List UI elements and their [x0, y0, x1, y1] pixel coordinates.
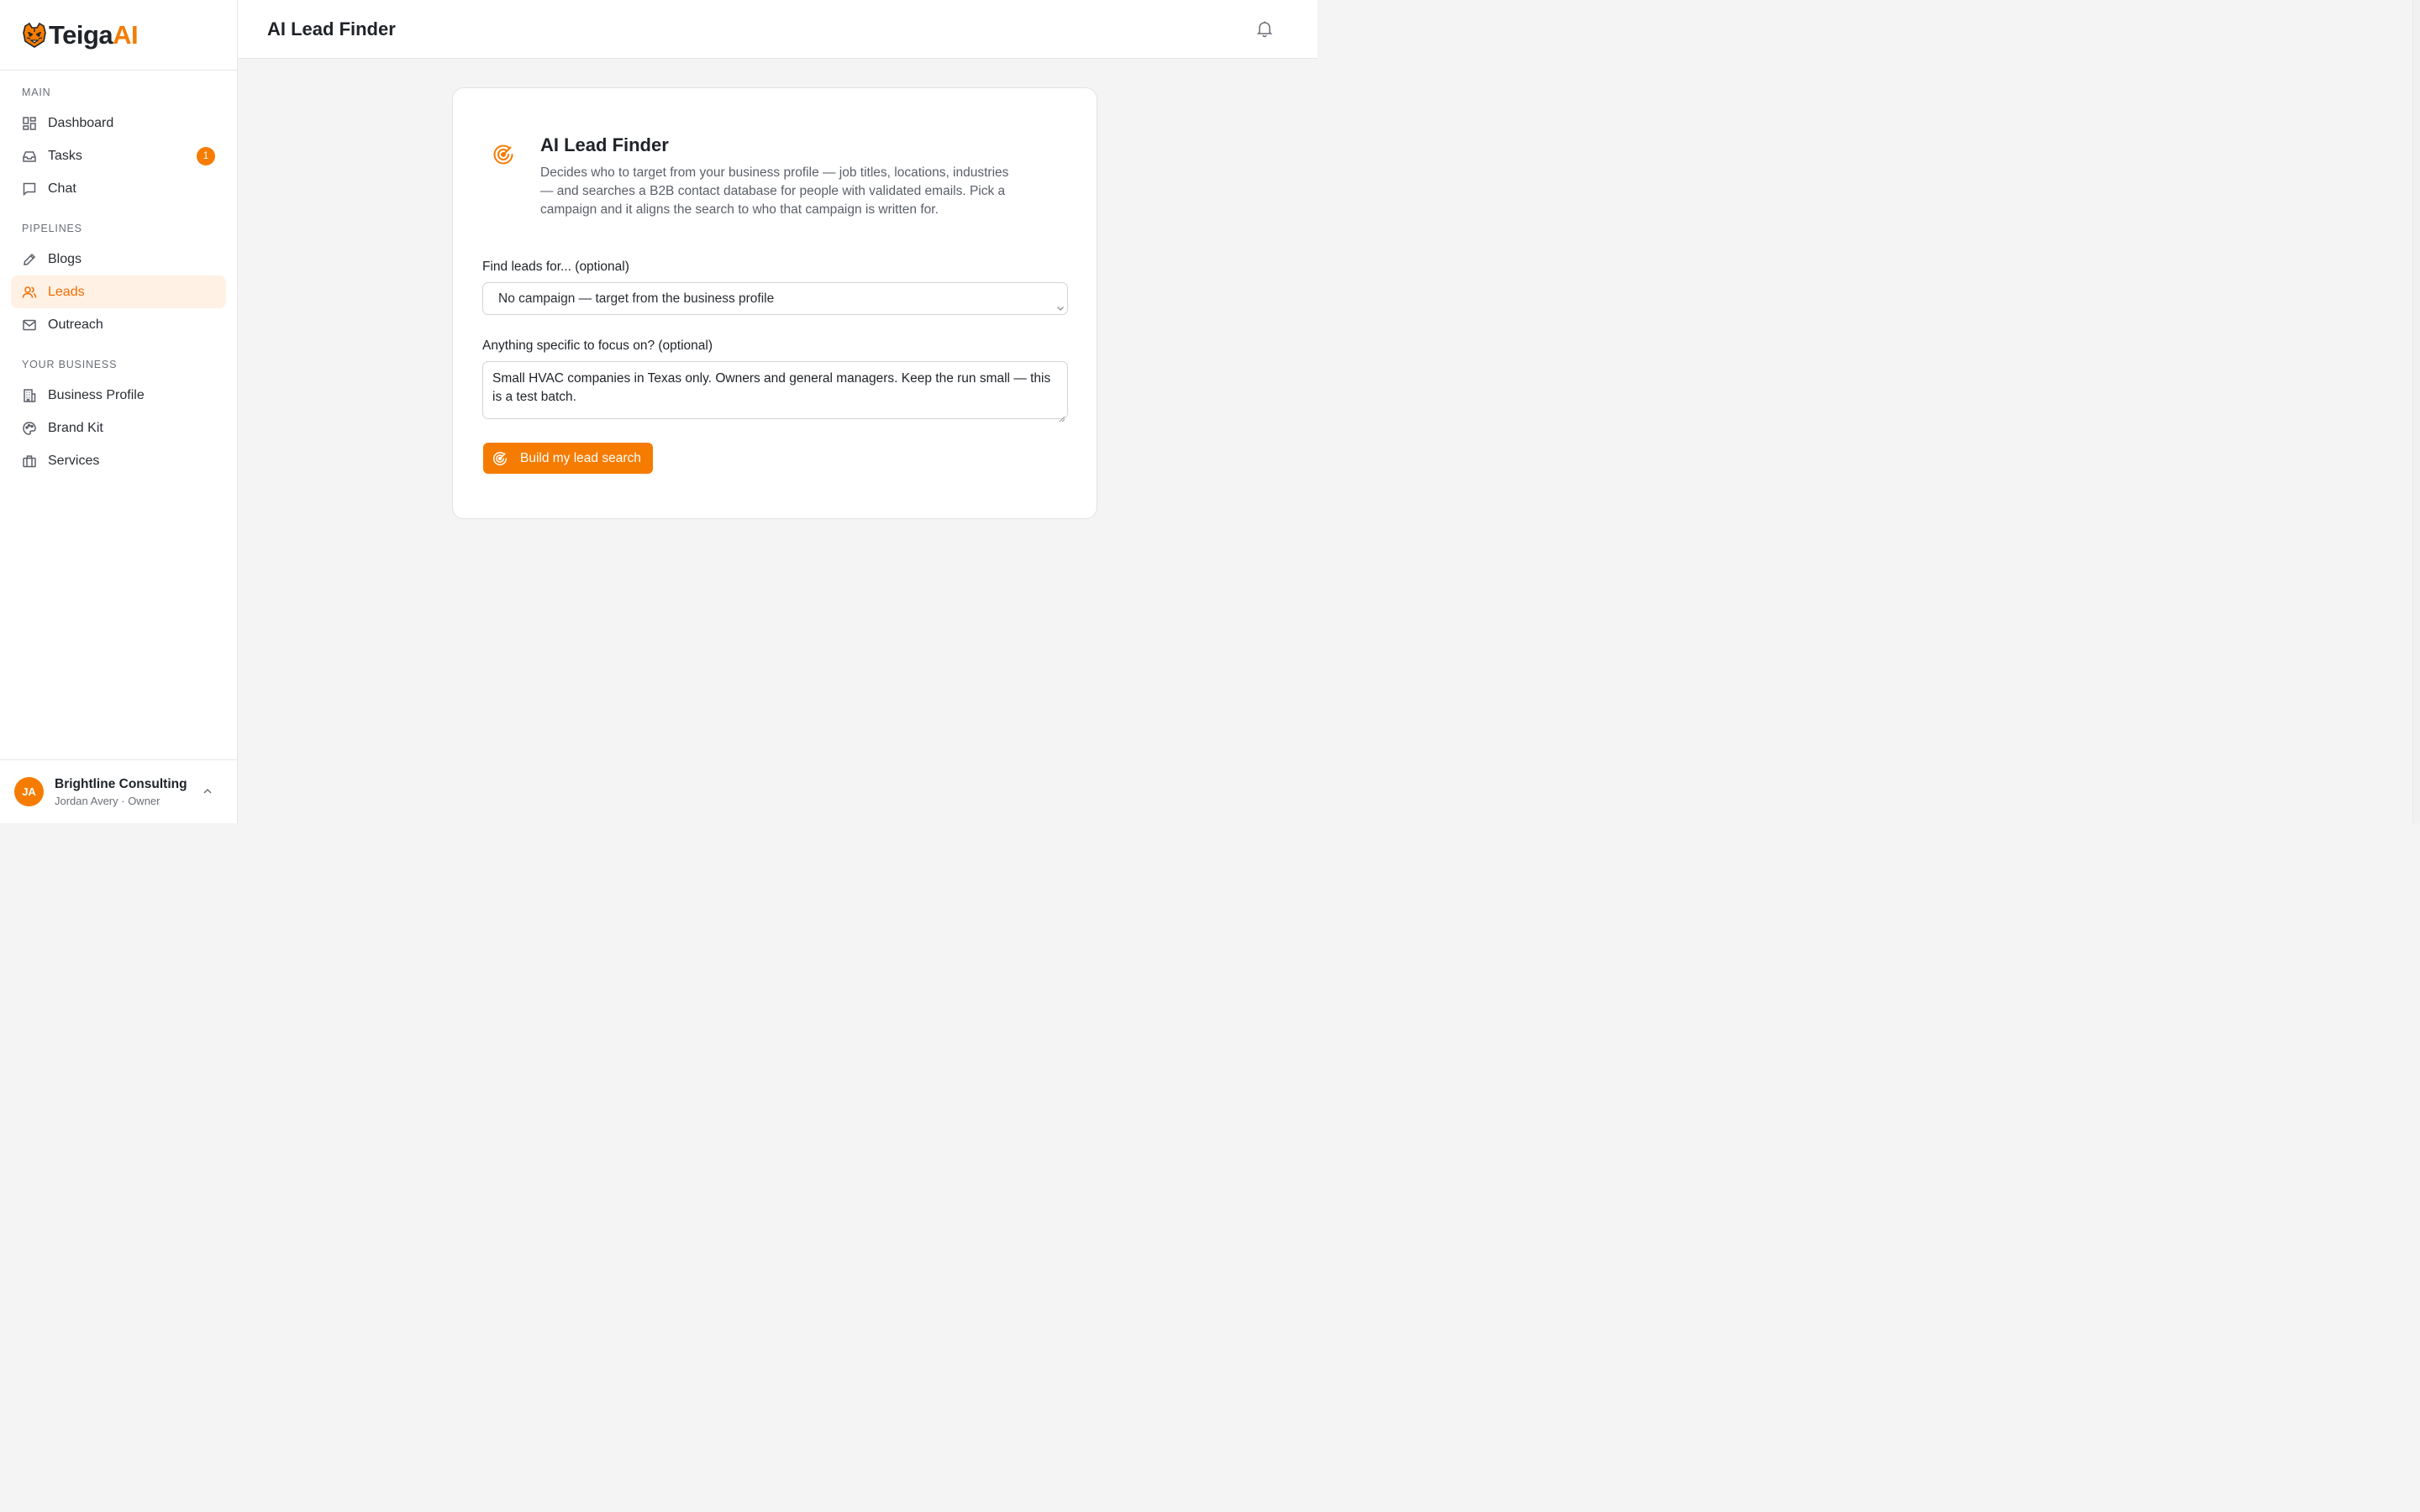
app-root: TeigaAI MAIN Dashboard Tasks 1 Chat PIPE…: [0, 0, 2420, 823]
chat-icon: [22, 181, 37, 197]
sidebar-item-label: Leads: [48, 284, 85, 299]
brand[interactable]: TeigaAI: [0, 0, 237, 71]
focus-textarea-value: Small HVAC companies in Texas only. Owne…: [492, 371, 1051, 404]
sidebar-item-label: Dashboard: [48, 115, 114, 130]
sidebar-item-brand-kit[interactable]: Brand Kit: [11, 412, 226, 444]
sidebar-item-label: Services: [48, 453, 100, 468]
card-title: AI Lead Finder: [540, 134, 669, 155]
bell-icon[interactable]: [1255, 19, 1274, 38]
content-area: AI Lead Finder Decides who to target fro…: [238, 59, 1318, 823]
account-switcher[interactable]: JA Brightline Consulting Jordan Avery · …: [0, 759, 237, 823]
users-icon: [22, 285, 37, 300]
briefcase-icon: [22, 454, 37, 469]
grid-icon: [22, 116, 37, 131]
sidebar-item-label: Business Profile: [48, 387, 145, 402]
resize-handle-icon[interactable]: [1059, 410, 1065, 423]
radar-icon: [492, 451, 508, 466]
mail-icon: [22, 318, 37, 333]
sidebar: TeigaAI MAIN Dashboard Tasks 1 Chat PIPE…: [0, 0, 238, 823]
account-text: Brightline Consulting Jordan Avery · Own…: [55, 777, 187, 807]
chevron-up-icon[interactable]: [202, 785, 213, 797]
brand-name: TeigaAI: [49, 19, 139, 50]
campaign-label: Find leads for... (optional): [482, 260, 629, 274]
radar-icon: [492, 144, 514, 165]
build-lead-search-button[interactable]: Build my lead search: [483, 443, 653, 474]
sidebar-item-label: Outreach: [48, 317, 103, 332]
brand-name-main: Teiga: [49, 19, 113, 50]
pencil-icon: [22, 252, 37, 267]
topbar: AI Lead Finder: [238, 0, 1318, 59]
sidebar-item-label: Blogs: [48, 251, 82, 266]
account-subtitle: Jordan Avery · Owner: [55, 794, 160, 807]
card-header: AI Lead Finder Decides who to target fro…: [492, 134, 1011, 218]
card-description: Decides who to target from your business…: [540, 165, 1009, 217]
sidebar-item-leads[interactable]: Leads: [11, 276, 226, 308]
account-name: Brightline Consulting: [55, 776, 187, 791]
section-label-main: MAIN: [22, 87, 51, 98]
section-label-pipelines: PIPELINES: [22, 223, 82, 234]
section-label-your-business: YOUR BUSINESS: [22, 359, 118, 370]
page-title: AI Lead Finder: [267, 18, 396, 39]
campaign-select-value: No campaign — target from the business p…: [498, 291, 775, 306]
sidebar-item-outreach[interactable]: Outreach: [11, 308, 226, 341]
sidebar-item-tasks[interactable]: Tasks 1: [11, 139, 226, 172]
sidebar-item-label: Chat: [48, 181, 76, 196]
main-area: AI Lead Finder AI Lead Finder Decides wh…: [238, 0, 1318, 823]
focus-textarea[interactable]: Small HVAC companies in Texas only. Owne…: [482, 361, 1068, 423]
sidebar-item-blogs[interactable]: Blogs: [11, 243, 226, 276]
chevron-down-icon: [1055, 294, 1065, 311]
sidebar-item-label: Brand Kit: [48, 420, 103, 435]
lead-finder-card: AI Lead Finder Decides who to target fro…: [452, 87, 1097, 519]
palette-icon: [22, 421, 37, 436]
build-lead-search-label: Build my lead search: [520, 450, 641, 465]
tasks-count-badge: 1: [197, 147, 215, 165]
tiger-logo-icon: [20, 21, 49, 50]
campaign-select[interactable]: No campaign — target from the business p…: [482, 282, 1068, 315]
sidebar-item-chat[interactable]: Chat: [11, 172, 226, 205]
sidebar-item-label: Tasks: [48, 148, 82, 163]
sidebar-nav: MAIN Dashboard Tasks 1 Chat PIPELINES Bl…: [0, 71, 237, 477]
sidebar-item-business-profile[interactable]: Business Profile: [11, 379, 226, 412]
building-icon: [22, 388, 37, 403]
card-text: AI Lead Finder Decides who to target fro…: [540, 134, 1011, 218]
page-scrollbar[interactable]: [2412, 0, 2420, 823]
sidebar-item-dashboard[interactable]: Dashboard: [11, 107, 226, 139]
sidebar-item-services[interactable]: Services: [11, 444, 226, 477]
inbox-icon: [22, 149, 37, 164]
brand-name-accent: AI: [113, 19, 139, 50]
focus-label: Anything specific to focus on? (optional…: [482, 339, 713, 353]
avatar: JA: [14, 777, 44, 806]
